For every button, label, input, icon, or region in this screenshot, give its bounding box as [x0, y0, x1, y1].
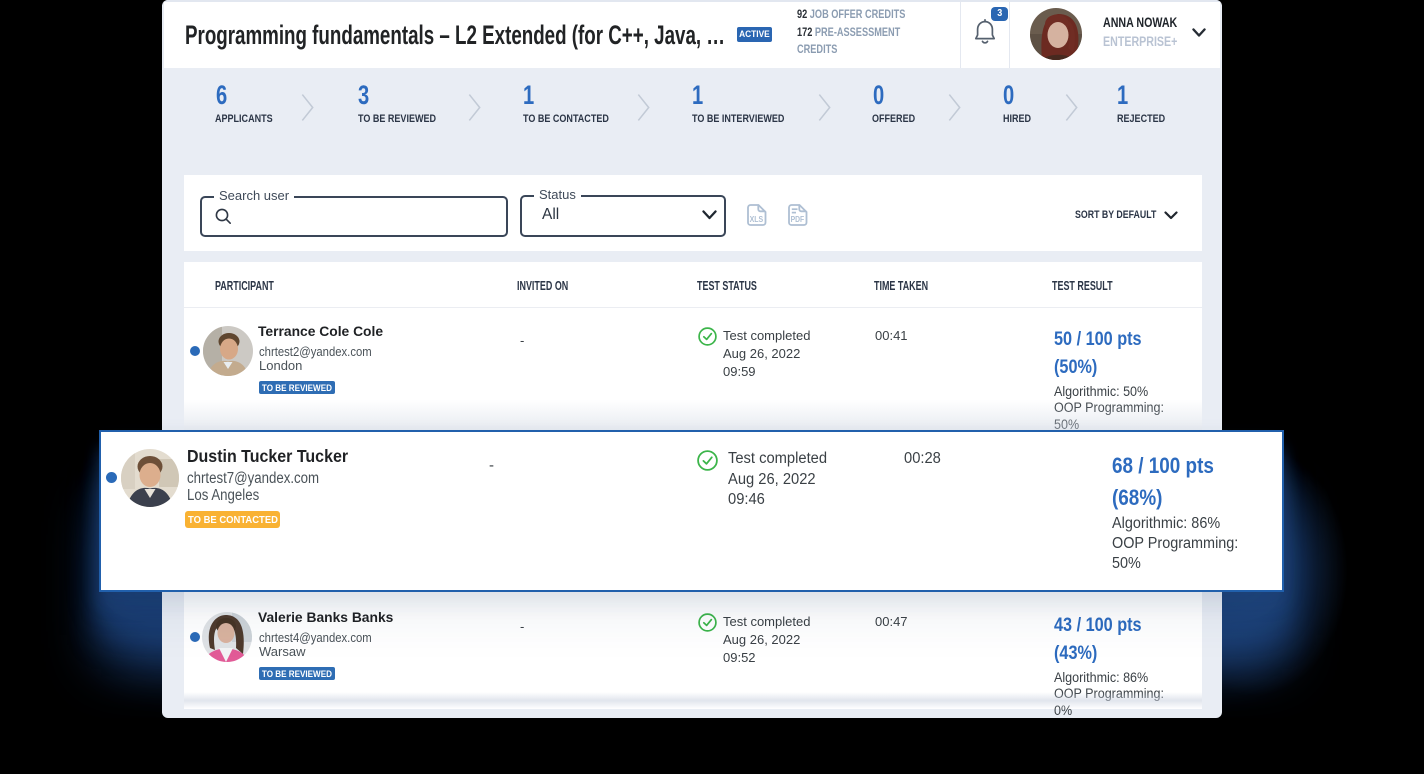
- svg-text:XLS: XLS: [750, 215, 764, 224]
- svg-text:PDF: PDF: [791, 215, 805, 224]
